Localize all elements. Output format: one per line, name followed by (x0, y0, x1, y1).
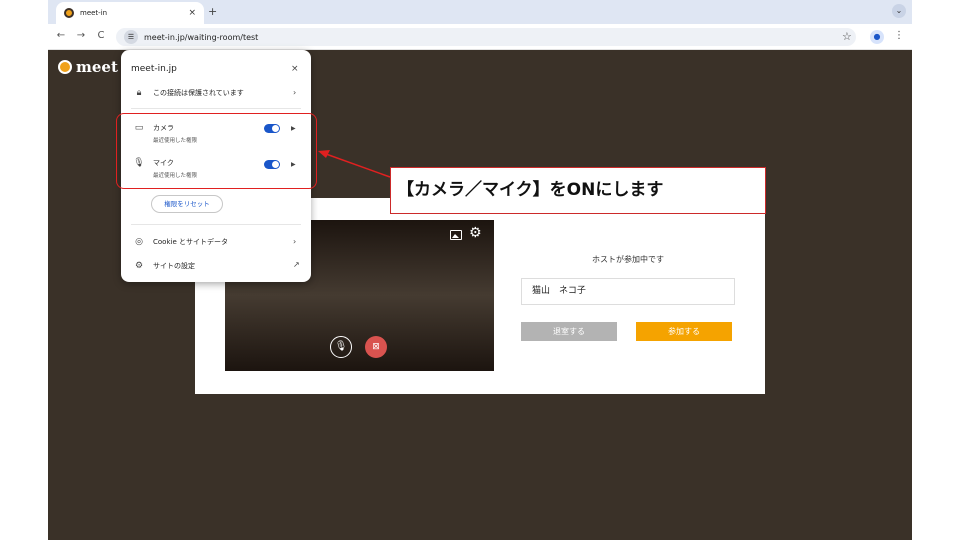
join-button[interactable]: 参加する (636, 322, 732, 341)
annotation-highlight-box (116, 113, 317, 189)
forward-button[interactable]: → (74, 30, 88, 41)
camera-off-button[interactable]: ⊠ (365, 336, 387, 358)
site-settings-row[interactable]: ⚙ サイトの設定 (121, 261, 311, 271)
divider (131, 224, 301, 225)
popup-domain: meet-in.jp (131, 64, 177, 74)
leave-button[interactable]: 退室する (521, 322, 617, 341)
cookie-row[interactable]: ◎ Cookie とサイトデータ (121, 237, 311, 247)
popup-close-icon[interactable]: × (291, 64, 299, 74)
tab-strip: meet-in × + ⌄ (48, 0, 912, 24)
site-info-icon[interactable]: ☰ (124, 30, 138, 44)
tab-close-icon[interactable]: × (188, 8, 196, 18)
background-image-icon[interactable] (450, 230, 462, 240)
cookie-label: Cookie とサイトデータ (153, 238, 228, 246)
display-name-input[interactable]: 猫山 ネコ子 (521, 278, 735, 305)
chevron-right-icon: › (293, 237, 297, 246)
account-icon[interactable]: ● (870, 30, 884, 44)
brand-logo: meet i (58, 58, 129, 76)
chevron-right-icon: › (293, 88, 297, 97)
gear-icon[interactable]: ⚙ (469, 226, 482, 240)
reload-button[interactable]: C (94, 30, 108, 41)
site-settings-label: サイトの設定 (153, 262, 195, 270)
browser-menu-icon[interactable]: ⋮ (894, 30, 904, 41)
divider (131, 108, 301, 109)
logo-icon (58, 60, 72, 74)
mic-toggle-button[interactable]: 🎙 (330, 336, 352, 358)
tab-search-icon[interactable]: ⌄ (892, 4, 906, 18)
url-text: meet-in.jp/waiting-room/test (144, 32, 259, 42)
bookmark-star-icon[interactable]: ☆ (842, 30, 852, 43)
new-tab-button[interactable]: + (208, 5, 217, 18)
favicon-icon (64, 8, 74, 18)
host-status-text: ホストが参加中です (592, 255, 664, 264)
lock-icon: 🔒︎ (136, 88, 142, 98)
address-bar[interactable]: ☰ meet-in.jp/waiting-room/test (116, 28, 856, 46)
annotation-callout: 【カメラ／マイク】をONにします (390, 167, 766, 214)
connection-label: この接続は保護されています (153, 89, 244, 97)
connection-row[interactable]: 🔒︎ この接続は保護されています (121, 88, 311, 98)
back-button[interactable]: ← (54, 30, 68, 41)
tab-title: meet-in (80, 9, 108, 17)
settings-gear-icon: ⚙ (134, 261, 144, 271)
reset-permissions-button[interactable]: 権限をリセット (151, 195, 223, 213)
browser-toolbar: ← → C ☰ meet-in.jp/waiting-room/test ☆ ●… (48, 24, 912, 50)
external-link-icon[interactable]: ↗ (293, 260, 300, 269)
screenshot-frame: meet-in × + ⌄ ← → C ☰ meet-in.jp/waiting… (48, 0, 912, 540)
cookie-icon: ◎ (135, 237, 143, 247)
tab-meet-in[interactable]: meet-in × (56, 2, 204, 24)
